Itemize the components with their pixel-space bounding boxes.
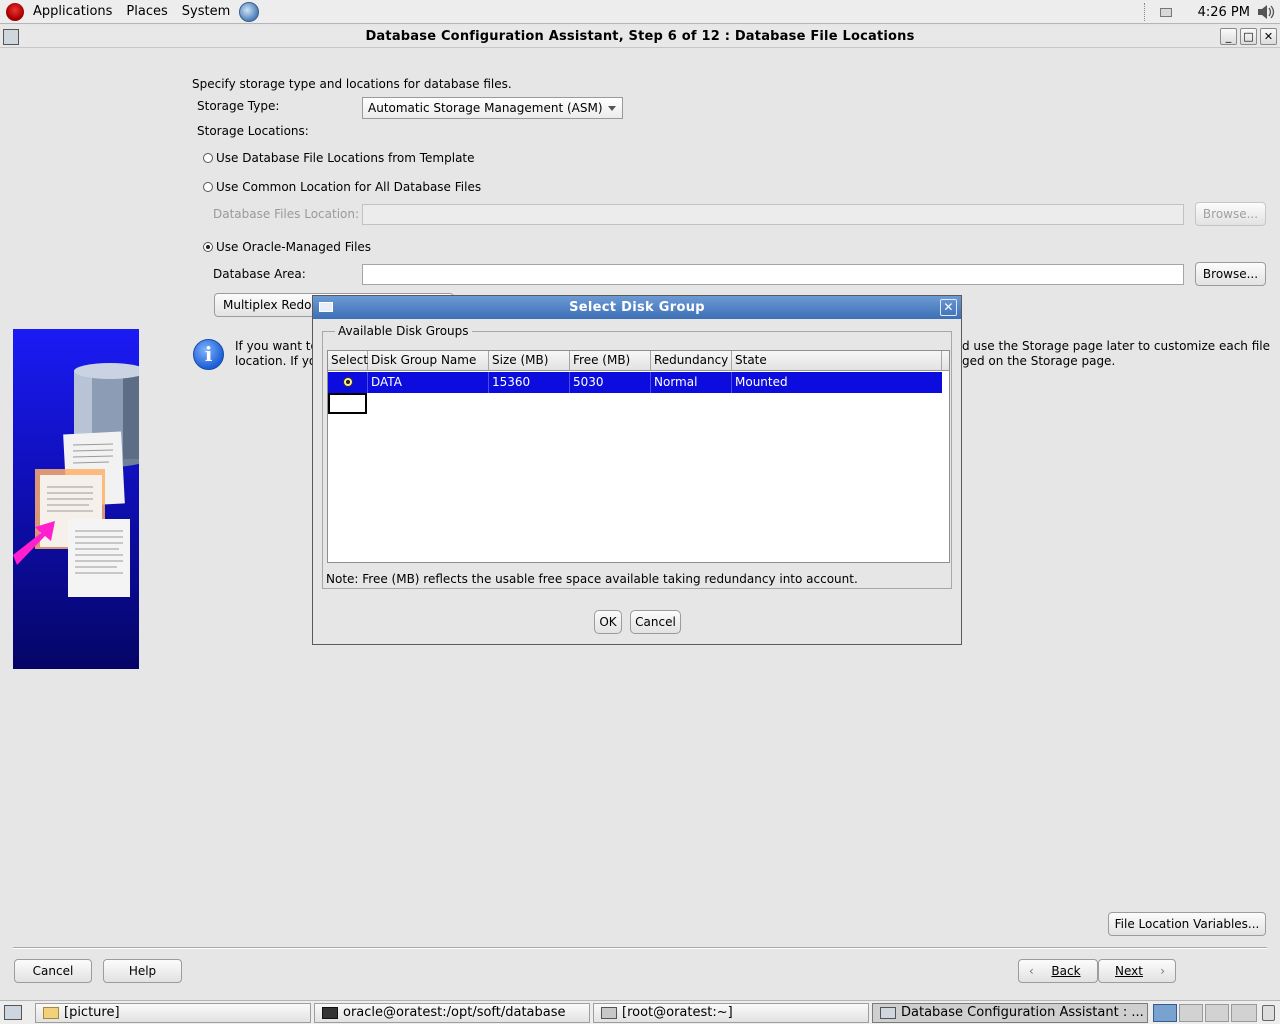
dialog-titlebar[interactable]: Select Disk Group ✕ bbox=[313, 296, 961, 319]
minimize-button[interactable]: _ bbox=[1220, 28, 1237, 45]
workspace-4[interactable] bbox=[1231, 1004, 1257, 1022]
dialog-ok-button[interactable]: OK bbox=[594, 610, 622, 634]
database-area-label: Database Area: bbox=[213, 267, 306, 281]
column-header-select[interactable]: Select bbox=[328, 351, 368, 371]
next-label: Next bbox=[1115, 964, 1143, 978]
storage-locations-label: Storage Locations: bbox=[197, 124, 309, 138]
dialog-title: Select Disk Group bbox=[569, 300, 705, 315]
redhat-icon[interactable] bbox=[6, 2, 24, 21]
window-title: Database Configuration Assistant, Step 6… bbox=[365, 29, 915, 44]
maximize-button[interactable]: □ bbox=[1240, 28, 1257, 45]
help-button[interactable]: Help bbox=[103, 959, 182, 983]
next-button[interactable]: Next › bbox=[1098, 959, 1176, 983]
info-text-right-1: d use the Storage page later to customiz… bbox=[962, 339, 1270, 353]
terminal-icon bbox=[601, 1007, 617, 1019]
clock[interactable]: 4:26 PM bbox=[1198, 5, 1250, 20]
taskbar-item-label: [picture] bbox=[64, 1005, 120, 1020]
bottom-taskbar: [picture] oracle@oratest:/opt/soft/datab… bbox=[0, 1000, 1280, 1024]
dialog-window-icon bbox=[319, 302, 333, 312]
dialog-cancel-button[interactable]: Cancel bbox=[630, 610, 681, 634]
taskbar-item-label: [root@oratest:~] bbox=[622, 1005, 733, 1020]
workspace-3[interactable] bbox=[1205, 1004, 1229, 1022]
row-select-cell[interactable] bbox=[328, 372, 368, 393]
column-header-size[interactable]: Size (MB) bbox=[489, 351, 570, 371]
window-titlebar[interactable]: Database Configuration Assistant, Step 6… bbox=[0, 26, 1280, 48]
show-desktop-icon[interactable] bbox=[4, 1005, 22, 1020]
radio-oracle-managed-files[interactable] bbox=[203, 242, 213, 252]
chevron-right-icon: › bbox=[1160, 964, 1165, 978]
database-files-icon bbox=[13, 363, 139, 597]
top-panel: Applications Places System 4:26 PM bbox=[0, 0, 1280, 24]
info-text-right-2: ged on the Storage page. bbox=[962, 354, 1116, 368]
radio-common-location[interactable] bbox=[203, 182, 213, 192]
cell-size: 15360 bbox=[489, 372, 570, 393]
db-files-location-input[interactable] bbox=[362, 204, 1184, 225]
database-area-input[interactable] bbox=[362, 264, 1184, 285]
taskbar-item-root-terminal[interactable]: [root@oratest:~] bbox=[593, 1003, 869, 1023]
database-illustration bbox=[13, 329, 139, 669]
cell-state: Mounted bbox=[735, 375, 788, 389]
column-header-state[interactable]: State bbox=[732, 351, 942, 371]
table-row[interactable]: DATA 15360 5030 Normal Mounted bbox=[328, 372, 942, 393]
browse-files-location-button[interactable]: Browse... bbox=[1195, 202, 1266, 226]
option-template-label: Use Database File Locations from Templat… bbox=[216, 151, 475, 165]
workspace-1[interactable] bbox=[1153, 1004, 1177, 1022]
menu-applications[interactable]: Applications bbox=[26, 0, 119, 24]
trash-icon[interactable] bbox=[1262, 1005, 1275, 1021]
dbca-app-icon bbox=[880, 1007, 896, 1019]
column-header-redundancy[interactable]: Redundancy bbox=[651, 351, 732, 371]
option-omf-label: Use Oracle-Managed Files bbox=[216, 240, 372, 254]
system-tray: 4:26 PM bbox=[1143, 0, 1280, 24]
taskbar-item-label: oracle@oratest:/opt/soft/database bbox=[343, 1005, 566, 1020]
terminal-icon bbox=[322, 1007, 338, 1019]
storage-type-select[interactable]: Automatic Storage Management (ASM) bbox=[362, 97, 623, 119]
db-files-location-label: Database Files Location: bbox=[213, 207, 360, 221]
info-text-left-1: If you want to bbox=[235, 339, 318, 353]
notification-icon[interactable] bbox=[1159, 7, 1172, 17]
chevron-left-icon: ‹ bbox=[1029, 964, 1034, 978]
info-icon: i bbox=[193, 339, 224, 370]
workspace-2[interactable] bbox=[1179, 1004, 1203, 1022]
volume-icon[interactable] bbox=[1256, 4, 1276, 20]
back-button[interactable]: ‹ Back bbox=[1018, 959, 1098, 983]
chevron-down-icon bbox=[608, 106, 616, 111]
option-common-label: Use Common Location for All Database Fil… bbox=[216, 180, 482, 194]
column-header-free[interactable]: Free (MB) bbox=[570, 351, 651, 371]
info-text-left-2: location. If yo bbox=[235, 354, 317, 368]
taskbar-item-oracle-terminal[interactable]: oracle@oratest:/opt/soft/database bbox=[314, 1003, 590, 1023]
table-header: Select Disk Group Name Size (MB) Free (M… bbox=[328, 351, 949, 371]
tray-separator bbox=[1143, 3, 1146, 21]
storage-type-value: Automatic Storage Management (ASM) bbox=[368, 101, 603, 115]
cell-free: 5030 bbox=[570, 372, 651, 393]
menu-system[interactable]: System bbox=[175, 0, 237, 24]
browse-database-area-button[interactable]: Browse... bbox=[1195, 262, 1266, 286]
cancel-button[interactable]: Cancel bbox=[14, 959, 92, 983]
taskbar-item-picture[interactable]: [picture] bbox=[35, 1003, 311, 1023]
close-window-button[interactable]: ✕ bbox=[1260, 28, 1277, 45]
file-location-variables-button[interactable]: File Location Variables... bbox=[1108, 912, 1266, 936]
dialog-close-button[interactable]: ✕ bbox=[940, 299, 957, 316]
empty-focus-cell[interactable] bbox=[328, 393, 367, 414]
storage-type-label: Storage Type: bbox=[197, 99, 280, 113]
available-disk-groups-label: Available Disk Groups bbox=[335, 324, 472, 338]
cell-redundancy: Normal bbox=[651, 372, 732, 393]
column-header-name[interactable]: Disk Group Name bbox=[368, 351, 489, 371]
menu-places[interactable]: Places bbox=[119, 0, 174, 24]
taskbar-item-dbca[interactable]: Database Configuration Assistant : ... bbox=[872, 1003, 1148, 1023]
available-disk-groups-panel: Available Disk Groups Select Disk Group … bbox=[322, 324, 952, 589]
disk-group-table: Select Disk Group Name Size (MB) Free (M… bbox=[327, 350, 950, 563]
select-disk-group-dialog: Select Disk Group ✕ Available Disk Group… bbox=[312, 295, 962, 645]
cell-disk-group-name: DATA bbox=[368, 372, 489, 393]
footer-separator bbox=[13, 947, 1267, 949]
row-select-radio[interactable] bbox=[342, 377, 353, 387]
folder-icon bbox=[43, 1007, 59, 1019]
back-label: Back bbox=[1051, 964, 1081, 978]
free-space-note: Note: Free (MB) reflects the usable free… bbox=[326, 572, 858, 586]
radio-template-locations[interactable] bbox=[203, 153, 213, 163]
browser-launcher-icon[interactable] bbox=[239, 1, 260, 22]
taskbar-item-label: Database Configuration Assistant : ... bbox=[901, 1005, 1144, 1020]
intro-text: Specify storage type and locations for d… bbox=[192, 77, 512, 91]
